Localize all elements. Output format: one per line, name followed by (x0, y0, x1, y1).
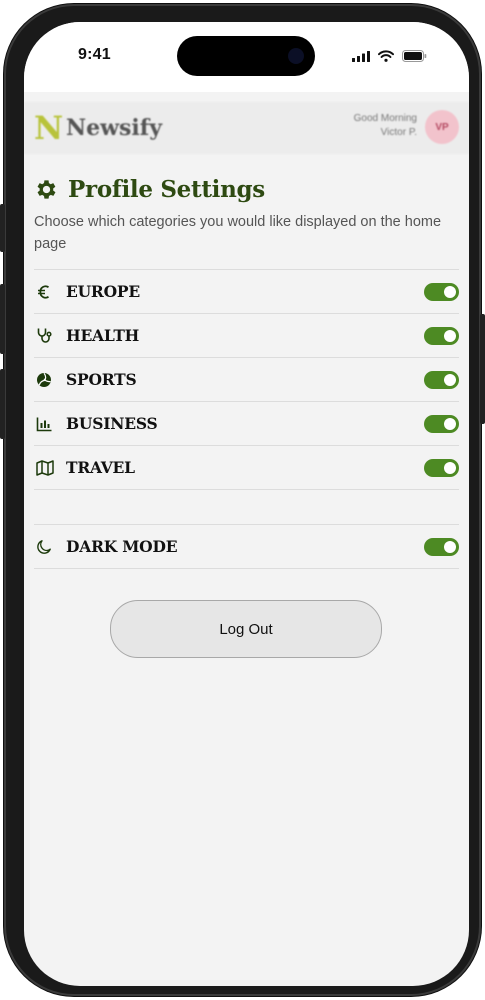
greeting: Good Morning Victor P. (354, 112, 417, 140)
greeting-line: Good Morning (353, 113, 417, 124)
avatar[interactable]: VP (425, 110, 459, 144)
category-label: EUROPE (66, 282, 140, 301)
page-title-row: Profile Settings (34, 172, 459, 206)
bar-chart-icon (34, 416, 66, 432)
map-icon (34, 459, 66, 476)
page-subtitle: Choose which categories you would like d… (34, 214, 442, 252)
moon-icon (34, 539, 66, 555)
phone-frame: 9:41 N Newsify Good Morning Victor P. VP… (0, 4, 485, 996)
toggle-knob (444, 462, 456, 474)
signal-icon (352, 50, 370, 62)
settings-content: Profile Settings Choose which categories… (34, 172, 459, 569)
wifi-icon (378, 50, 394, 62)
category-row-business: BUSINESS (34, 402, 459, 446)
category-row-health: HEALTH (34, 314, 459, 358)
status-bar: 9:41 (24, 22, 469, 92)
dark-mode-label: DARK MODE (66, 537, 178, 556)
battery-icon (402, 50, 427, 62)
action-button (0, 204, 5, 252)
user-name: Victor P. (380, 127, 417, 138)
page-title: Profile Settings (68, 175, 265, 203)
logo[interactable]: N (34, 111, 63, 145)
category-row-sports: SPORTS (34, 358, 459, 402)
section-spacer (34, 490, 459, 525)
toggle-travel[interactable] (424, 459, 459, 477)
category-row-travel: TRAVEL (34, 446, 459, 490)
app-header: N Newsify Good Morning Victor P. VP (24, 102, 469, 154)
screen: 9:41 N Newsify Good Morning Victor P. VP… (24, 22, 469, 986)
toggle-knob (444, 374, 456, 386)
toggle-knob (444, 418, 456, 430)
toggle-knob (444, 541, 456, 553)
toggle-sports[interactable] (424, 371, 459, 389)
category-label: SPORTS (66, 370, 137, 389)
camera-icon (288, 48, 304, 64)
logout-button[interactable]: Log Out (110, 600, 382, 658)
dark-mode-row: DARK MODE (34, 525, 459, 569)
toggle-business[interactable] (424, 415, 459, 433)
category-label: HEALTH (66, 326, 140, 345)
toggle-knob (444, 286, 456, 298)
toggle-europe[interactable] (424, 283, 459, 301)
category-row-europe: EUROPE (34, 270, 459, 314)
volume-down-button (0, 369, 5, 439)
dynamic-island (177, 36, 315, 76)
category-label: TRAVEL (66, 458, 135, 477)
category-list: EUROPE HEALTH SPORTS BUSINESS TRAVEL DAR… (34, 269, 459, 569)
toggle-knob (444, 330, 456, 342)
toggle-dark-mode[interactable] (424, 538, 459, 556)
toggle-health[interactable] (424, 327, 459, 345)
status-icons (352, 50, 427, 62)
status-time: 9:41 (78, 46, 111, 63)
power-button (480, 314, 485, 424)
volleyball-icon (34, 372, 66, 388)
stethoscope-icon (34, 327, 66, 344)
category-label: BUSINESS (66, 414, 158, 433)
brand-name: Newsify (66, 115, 163, 141)
volume-up-button (0, 284, 5, 354)
gear-icon (37, 179, 56, 199)
euro-icon (34, 284, 66, 300)
